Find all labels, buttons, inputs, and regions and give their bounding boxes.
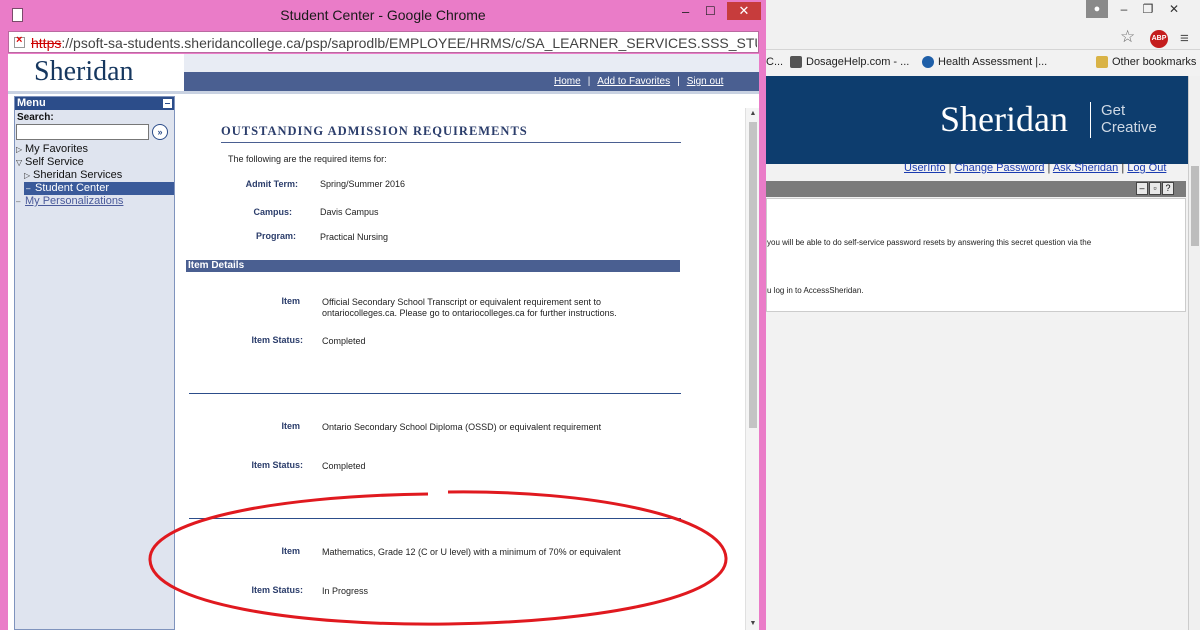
account-links: UserInfo | Change Password | Ask.Sherida… [904, 162, 1167, 174]
banner-stripe [184, 54, 759, 72]
url-scheme: https [31, 35, 62, 51]
portlet-controls: – ▫ ? [1136, 182, 1174, 195]
maximize-button[interactable]: ☐ [705, 4, 716, 18]
content-scrollbar[interactable]: ▲ ▼ [745, 108, 759, 630]
minimize-button[interactable]: – [1112, 0, 1136, 18]
home-link[interactable]: Home [554, 76, 581, 87]
menu-header: Menu [15, 97, 174, 110]
url-path: ://psoft-sa-students.sheridancollege.ca/… [61, 35, 757, 51]
page-icon [790, 56, 802, 68]
item-label: Item [281, 296, 300, 306]
program-value: Practical Nursing [320, 232, 389, 242]
minimize-portlet-button[interactable]: – [1136, 182, 1148, 195]
sheridan-logo: Sheridan [940, 99, 1068, 139]
adblock-icon[interactable]: ABP [1150, 30, 1168, 48]
bookmark-item[interactable]: Health Assessment |... [922, 52, 1047, 72]
bookmark-item[interactable]: Other bookmarks [1096, 52, 1196, 72]
item-description: Official Secondary School Transcript or … [322, 297, 617, 318]
scroll-down-arrow-icon[interactable]: ▼ [746, 618, 759, 630]
close-button[interactable]: ✕ [727, 2, 761, 20]
menu-search-row: » [15, 123, 174, 143]
ask-sheridan-link[interactable]: Ask.Sheridan [1053, 162, 1118, 174]
background-scrollbar[interactable] [1188, 76, 1200, 630]
top-nav-links: Home | Add to Favorites | Sign out [554, 76, 724, 87]
bookmark-label: Other bookmarks [1112, 56, 1197, 68]
item-divider [189, 393, 681, 394]
panel-text: you will be able to do self-service pass… [767, 238, 1092, 247]
intro-text: The following are the required items for… [228, 154, 387, 164]
item-status-label: Item Status: [251, 335, 303, 345]
leaf-icon: – [26, 184, 31, 193]
logo-divider [1090, 102, 1091, 138]
item-status-label: Item Status: [251, 460, 303, 470]
bookmark-label: DosageHelp.com - ... [806, 56, 910, 68]
item-status-value: Completed [322, 461, 366, 471]
menu-item-my-favorites[interactable]: ▷ My Favorites [15, 143, 174, 156]
admit-term-label: Admit Term: [245, 179, 298, 189]
item-label: Item [281, 421, 300, 431]
logo-tagline: Get Creative [1101, 102, 1157, 136]
search-go-button[interactable]: » [152, 124, 168, 140]
collapse-icon: ▽ [16, 158, 23, 167]
menu-search-input[interactable] [16, 124, 149, 140]
page-title: OUTSTANDING ADMISSION REQUIREMENTS [221, 124, 528, 138]
sheridan-logo: Sheridan [34, 56, 134, 87]
title-underline [221, 142, 681, 143]
menu-item-student-center[interactable]: – Student Center [24, 182, 174, 195]
globe-icon [922, 56, 934, 68]
folder-icon [1096, 56, 1108, 68]
menu-item-my-personalizations[interactable]: – My Personalizations [15, 195, 174, 208]
help-button[interactable]: ? [1162, 182, 1174, 195]
url-text[interactable]: https://psoft-sa-students.sheridancolleg… [31, 35, 757, 51]
bookmark-label: C... [766, 56, 784, 68]
bookmark-item[interactable]: C... [766, 52, 783, 72]
panel-text: u log in to AccessSheridan. [767, 286, 864, 295]
user-icon[interactable]: ● [1086, 0, 1108, 18]
change-password-link[interactable]: Change Password [955, 162, 1045, 174]
insecure-lock-icon[interactable] [14, 34, 25, 48]
campus-label: Campus: [253, 207, 292, 217]
red-annotation-ellipse [148, 490, 728, 626]
search-label: Search: [17, 112, 54, 123]
item-status-value: Completed [322, 336, 366, 346]
minimize-button[interactable]: – [682, 4, 689, 19]
menu-item-self-service[interactable]: ▽ Self Service [15, 156, 174, 169]
scroll-up-arrow-icon[interactable]: ▲ [746, 108, 759, 120]
restore-button[interactable]: ❐ [1136, 0, 1160, 18]
admit-term-value: Spring/Summer 2016 [320, 179, 406, 189]
expand-icon: ▷ [24, 171, 31, 180]
nav-divider [8, 91, 759, 94]
bookmark-label: Health Assessment |... [938, 56, 1048, 68]
expand-icon: ▷ [16, 145, 23, 154]
menu-icon[interactable]: ≡ [1180, 30, 1189, 47]
program-label: Program: [255, 231, 296, 241]
star-icon[interactable]: ☆ [1120, 27, 1135, 47]
menu-item-sheridan-services[interactable]: ▷ Sheridan Services [15, 169, 174, 182]
scrollbar-thumb[interactable] [749, 122, 757, 428]
scrollbar-thumb[interactable] [1191, 166, 1199, 246]
item-description: Ontario Secondary School Diploma (OSSD) … [322, 422, 602, 432]
campus-value: Davis Campus [320, 207, 379, 217]
item-details-header: Item Details [186, 260, 680, 272]
logout-link[interactable]: Log Out [1127, 162, 1166, 174]
bookmark-item[interactable]: DosageHelp.com - ... [790, 52, 909, 72]
maximize-portlet-button[interactable]: ▫ [1149, 182, 1161, 195]
address-bar[interactable]: https://psoft-sa-students.sheridancolleg… [8, 31, 759, 53]
menu-title: Menu [17, 97, 46, 109]
window-title: Student Center - Google Chrome [280, 7, 486, 23]
close-button[interactable]: ✕ [1162, 0, 1186, 18]
userinfo-link[interactable]: UserInfo [904, 162, 946, 174]
portlet-header-bar [766, 181, 1186, 197]
window-titlebar[interactable]: Student Center - Google Chrome – ☐ ✕ [0, 0, 766, 30]
sign-out-link[interactable]: Sign out [687, 76, 724, 87]
add-to-favorites-link[interactable]: Add to Favorites [597, 76, 670, 87]
collapse-menu-icon[interactable] [163, 99, 172, 108]
leaf-icon: – [16, 197, 21, 206]
